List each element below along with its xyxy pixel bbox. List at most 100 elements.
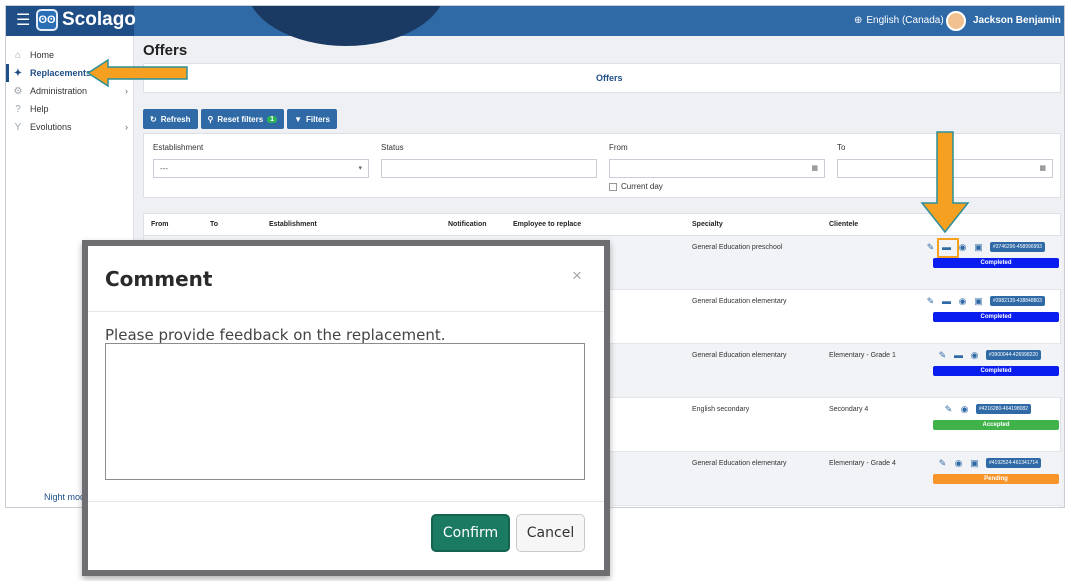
current-day-checkbox[interactable]: Current day bbox=[609, 182, 663, 191]
specialty-cell: General Education elementary bbox=[692, 460, 787, 467]
offer-id-badge: #3982135-438848803 bbox=[990, 296, 1045, 306]
to-label: To bbox=[837, 143, 846, 152]
status-label: Status bbox=[381, 143, 404, 152]
hamburger-menu-icon[interactable]: ☰ bbox=[16, 12, 32, 30]
specialty-cell: General Education elementary bbox=[692, 298, 787, 305]
checkbox-icon[interactable] bbox=[609, 182, 617, 191]
pencil-icon[interactable]: ✎ bbox=[944, 404, 953, 414]
status-badge: Completed bbox=[933, 312, 1059, 322]
row-actions: ✎ ▬ ◉ #3900044-426998220 bbox=[938, 350, 1064, 360]
gear-icon: ⚙ bbox=[13, 85, 23, 97]
question-icon: ? bbox=[15, 103, 21, 115]
column-header[interactable]: Clientele bbox=[829, 221, 858, 228]
handshake-icon: ✦ bbox=[13, 67, 23, 79]
screenshot-stage: ☰ ʘʘ Scolago ⊕ English (Canada) Jackson … bbox=[0, 0, 1073, 581]
image-icon[interactable]: ▣ bbox=[974, 242, 983, 252]
avatar[interactable] bbox=[946, 11, 966, 31]
cancel-button[interactable]: Cancel bbox=[516, 514, 585, 552]
offers-tab-bar: Offers bbox=[143, 63, 1061, 93]
chevron-right-icon: › bbox=[125, 122, 128, 132]
refresh-icon: ↻ bbox=[150, 114, 157, 124]
column-header[interactable]: To bbox=[210, 221, 218, 228]
pencil-icon[interactable]: ✎ bbox=[938, 350, 947, 360]
reset-filters-button[interactable]: ⚲ Reset filters 1 bbox=[200, 109, 285, 129]
status-badge: Pending bbox=[933, 474, 1059, 484]
location-pin-icon[interactable]: ◉ bbox=[958, 296, 967, 306]
close-icon[interactable]: × bbox=[572, 266, 582, 286]
toolbar: ↻ Refresh ⚲ Reset filters 1 ▼ Filters bbox=[143, 109, 337, 129]
offer-id-badge: #3900044-426998220 bbox=[986, 350, 1041, 360]
filter-count-badge: 1 bbox=[267, 115, 278, 123]
language-selector[interactable]: ⊕ English (Canada) bbox=[854, 15, 944, 26]
calendar-icon[interactable]: ▦ bbox=[1039, 164, 1046, 172]
image-icon[interactable]: ▣ bbox=[974, 296, 983, 306]
filters-button[interactable]: ▼ Filters bbox=[287, 109, 337, 129]
column-header[interactable]: Specialty bbox=[692, 221, 723, 228]
globe-icon: ⊕ bbox=[854, 15, 863, 26]
status-badge: Completed bbox=[933, 366, 1059, 376]
location-pin-icon[interactable]: ◉ bbox=[960, 404, 969, 414]
filter-clear-icon: ⚲ bbox=[207, 114, 214, 124]
column-header[interactable]: Establishment bbox=[269, 221, 317, 228]
pencil-icon[interactable]: ✎ bbox=[938, 458, 947, 468]
comment-textarea[interactable] bbox=[105, 343, 585, 480]
sidebar-item-evolutions[interactable]: Y Evolutions › bbox=[6, 118, 134, 136]
establishment-label: Establishment bbox=[153, 143, 204, 152]
sidebar-item-label: Administration bbox=[30, 86, 88, 96]
user-name[interactable]: Jackson Benjamin bbox=[973, 15, 1061, 26]
pencil-icon[interactable]: ✎ bbox=[926, 296, 935, 306]
refresh-button[interactable]: ↻ Refresh bbox=[143, 109, 198, 129]
from-label: From bbox=[609, 143, 628, 152]
column-header[interactable]: Notification bbox=[448, 221, 487, 228]
comment-icon[interactable]: ▬ bbox=[954, 350, 963, 360]
language-label: English (Canada) bbox=[866, 15, 944, 26]
chevron-down-icon: ▾ bbox=[358, 165, 362, 172]
location-pin-icon[interactable]: ◉ bbox=[958, 242, 967, 252]
image-icon[interactable]: ▣ bbox=[970, 458, 979, 468]
sidebar-item-label: Help bbox=[30, 104, 49, 114]
column-header[interactable]: From bbox=[151, 221, 169, 228]
comment-icon[interactable]: ▬ bbox=[942, 296, 951, 306]
calendar-icon[interactable]: ▦ bbox=[811, 164, 818, 172]
current-day-label: Current day bbox=[621, 182, 663, 191]
row-actions: ✎ ▬ ◉ ▣ #3982135-438848803 bbox=[926, 296, 1062, 306]
offer-id-badge: #4192524-461341714 bbox=[986, 458, 1041, 468]
sidebar-item-label: Replacements bbox=[30, 68, 92, 78]
specialty-cell: General Education preschool bbox=[692, 244, 783, 251]
annotation-arrow-left-icon bbox=[86, 58, 188, 88]
comment-icon-highlight bbox=[937, 238, 959, 258]
refresh-label: Refresh bbox=[160, 114, 191, 124]
pencil-icon[interactable]: ✎ bbox=[926, 242, 935, 252]
establishment-value: --- bbox=[160, 164, 168, 173]
status-select[interactable] bbox=[381, 159, 597, 178]
comment-modal: Comment × Please provide feedback on the… bbox=[82, 240, 610, 576]
offer-id-badge: #3746296-458996993 bbox=[990, 242, 1045, 252]
page-title: Offers bbox=[143, 42, 188, 59]
offer-id-badge: #4216280-464198082 bbox=[976, 404, 1031, 414]
clientele-cell: Secondary 4 bbox=[829, 406, 869, 413]
filter-icon: Y bbox=[14, 121, 22, 133]
top-bar: ☰ ʘʘ Scolago ⊕ English (Canada) Jackson … bbox=[6, 6, 1064, 46]
owl-logo-icon: ʘʘ bbox=[36, 9, 58, 31]
confirm-button[interactable]: Confirm bbox=[431, 514, 510, 552]
tab-offers[interactable]: Offers bbox=[596, 73, 623, 83]
location-pin-icon[interactable]: ◉ bbox=[970, 350, 979, 360]
divider bbox=[88, 501, 604, 502]
app-logo[interactable]: ʘʘ Scolago bbox=[36, 9, 136, 31]
funnel-icon: ▼ bbox=[294, 114, 302, 124]
sidebar-item-help[interactable]: ? Help bbox=[6, 100, 134, 118]
annotation-arrow-down-icon bbox=[920, 131, 970, 234]
from-date-input[interactable]: ▦ bbox=[609, 159, 825, 178]
filters-label: Filters bbox=[305, 114, 330, 124]
night-mode-toggle[interactable]: Night mod bbox=[44, 492, 85, 502]
sidebar-item-label: Home bbox=[30, 50, 55, 60]
modal-body: Comment × Please provide feedback on the… bbox=[88, 246, 604, 570]
column-header[interactable]: Employee to replace bbox=[513, 221, 581, 228]
specialty-cell: English secondary bbox=[692, 406, 750, 413]
location-pin-icon[interactable]: ◉ bbox=[954, 458, 963, 468]
app-name: Scolago bbox=[62, 9, 136, 30]
status-badge: Completed bbox=[933, 258, 1059, 268]
clientele-cell: Elementary - Grade 1 bbox=[829, 352, 896, 359]
establishment-select[interactable]: --- ▾ bbox=[153, 159, 369, 178]
sidebar-item-label: Evolutions bbox=[30, 122, 72, 132]
